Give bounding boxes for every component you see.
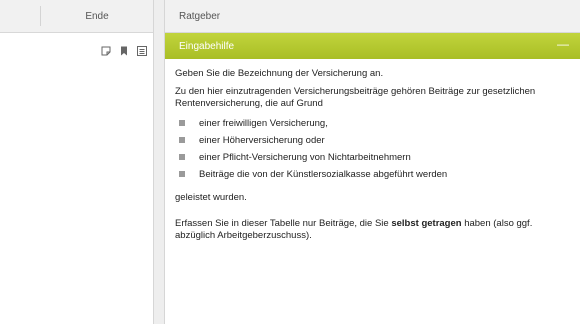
- left-panel: Ende: [0, 0, 153, 324]
- note-icon[interactable]: [101, 46, 111, 56]
- tab-ratgeber[interactable]: Ratgeber: [179, 0, 220, 33]
- bullet-icon: [179, 154, 185, 160]
- help-panel-title: Eingabehilfe: [179, 40, 235, 52]
- emphasis-text: selbst getragen: [391, 218, 462, 229]
- right-toolbar: Ratgeber: [165, 0, 580, 33]
- bookmark-icon[interactable]: [119, 46, 129, 56]
- help-final-note: Erfassen Sie in dieser Tabelle nur Beitr…: [175, 218, 533, 241]
- help-content: Geben Sie die Bezeichnung der Versicheru…: [175, 68, 570, 248]
- left-toolbar: Ende: [0, 0, 153, 33]
- panel-splitter[interactable]: [153, 0, 165, 324]
- bullet-icon: [179, 137, 185, 143]
- list-icon[interactable]: [137, 46, 147, 56]
- bullet-icon: [179, 120, 185, 126]
- list-item: einer Pflicht-Versicherung von Nichtarbe…: [179, 152, 570, 169]
- collapse-icon[interactable]: —: [556, 37, 570, 51]
- help-intro: Geben Sie die Bezeichnung der Versicheru…: [175, 68, 384, 79]
- left-tools: [101, 46, 147, 56]
- ende-button[interactable]: Ende: [41, 0, 153, 33]
- help-panel-header: Eingabehilfe —: [165, 33, 580, 59]
- list-item: einer freiwilligen Versicherung,: [179, 118, 570, 135]
- bullet-icon: [179, 171, 185, 177]
- right-panel: Ratgeber Eingabehilfe — Geben Sie die Be…: [165, 0, 580, 324]
- help-after-list: geleistet wurden.: [175, 192, 247, 203]
- list-item: Beiträge die von der Künstlersozialkasse…: [179, 169, 570, 186]
- help-paragraph: Zu den hier einzutragenden Versicherungs…: [175, 86, 536, 109]
- list-item: einer Höherversicherung oder: [179, 135, 570, 152]
- help-bullet-list: einer freiwilligen Versicherung, einer H…: [179, 118, 570, 186]
